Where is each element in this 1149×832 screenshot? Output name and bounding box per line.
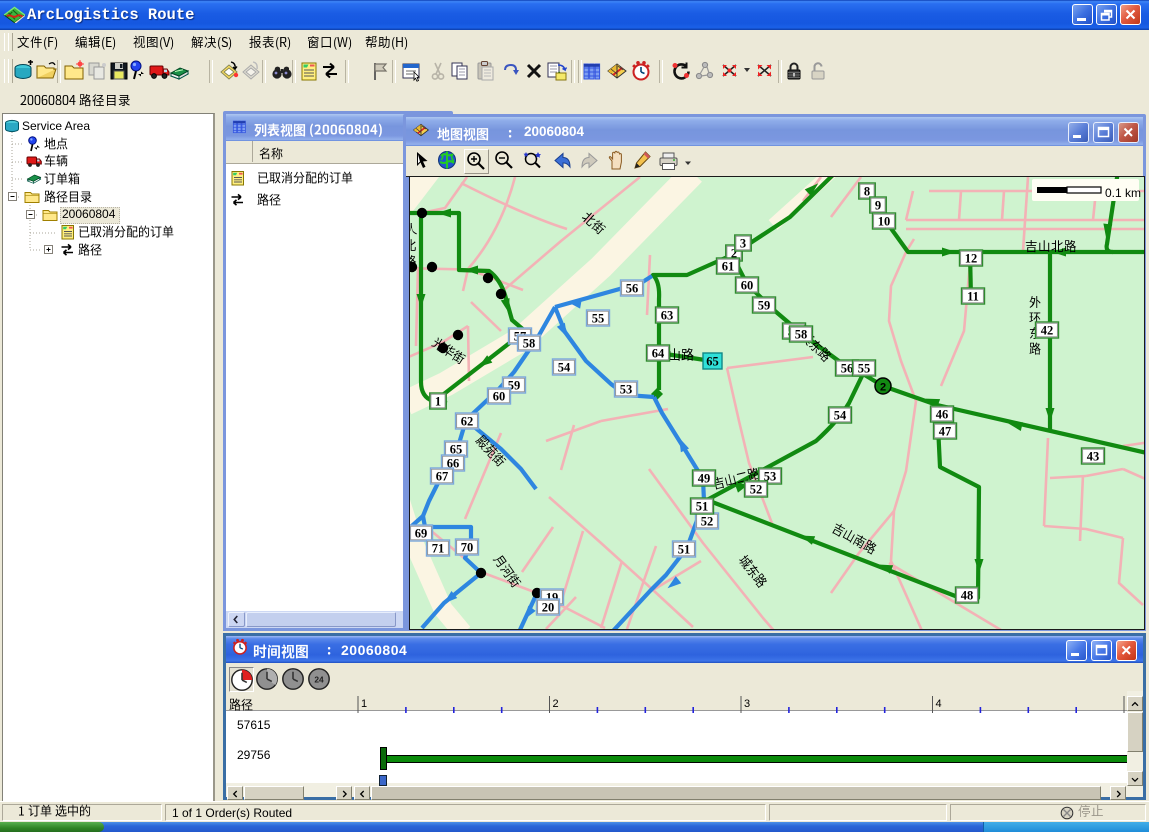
svg-text:12: 12 bbox=[965, 252, 978, 266]
svg-text:49: 49 bbox=[698, 472, 711, 486]
svg-text:51: 51 bbox=[678, 543, 691, 557]
svg-text:43: 43 bbox=[1087, 450, 1100, 464]
svg-text:48: 48 bbox=[961, 589, 974, 603]
svg-text:20: 20 bbox=[542, 601, 555, 615]
svg-text:3: 3 bbox=[744, 698, 750, 710]
svg-text:65: 65 bbox=[706, 355, 719, 369]
svg-text:60: 60 bbox=[741, 279, 754, 293]
svg-text:4: 4 bbox=[936, 698, 942, 710]
svg-text:70: 70 bbox=[461, 541, 474, 555]
svg-text:61: 61 bbox=[722, 260, 735, 274]
svg-text:51: 51 bbox=[696, 500, 709, 514]
svg-text:58: 58 bbox=[523, 337, 536, 351]
svg-text:52: 52 bbox=[750, 483, 763, 497]
svg-text:2: 2 bbox=[553, 698, 559, 710]
svg-text:52: 52 bbox=[701, 515, 714, 529]
svg-text:10: 10 bbox=[878, 215, 891, 229]
svg-text:56: 56 bbox=[841, 362, 854, 376]
svg-text:69: 69 bbox=[415, 527, 428, 541]
svg-text:46: 46 bbox=[936, 408, 949, 422]
svg-text:60: 60 bbox=[493, 390, 506, 404]
svg-text:59: 59 bbox=[758, 299, 771, 313]
svg-text:58: 58 bbox=[795, 328, 808, 342]
svg-text:47: 47 bbox=[939, 425, 952, 439]
svg-text:11: 11 bbox=[967, 290, 979, 304]
svg-text:54: 54 bbox=[834, 409, 847, 423]
svg-text:71: 71 bbox=[432, 542, 445, 556]
svg-text:64: 64 bbox=[652, 347, 665, 361]
svg-text:2: 2 bbox=[880, 382, 886, 394]
svg-text:62: 62 bbox=[461, 415, 474, 429]
svg-text:1: 1 bbox=[361, 698, 367, 710]
svg-text:53: 53 bbox=[620, 383, 633, 397]
svg-text:54: 54 bbox=[558, 361, 571, 375]
svg-text:55: 55 bbox=[592, 312, 605, 326]
svg-text:1: 1 bbox=[435, 395, 441, 409]
svg-text:56: 56 bbox=[626, 282, 639, 296]
svg-text:3: 3 bbox=[740, 237, 746, 251]
svg-text:0.1 km: 0.1 km bbox=[1105, 186, 1141, 200]
svg-text:42: 42 bbox=[1041, 324, 1054, 338]
svg-text:24: 24 bbox=[314, 675, 324, 685]
svg-text:63: 63 bbox=[661, 309, 674, 323]
svg-text:55: 55 bbox=[858, 362, 871, 376]
svg-text:9: 9 bbox=[875, 199, 881, 213]
svg-text:67: 67 bbox=[436, 470, 449, 484]
